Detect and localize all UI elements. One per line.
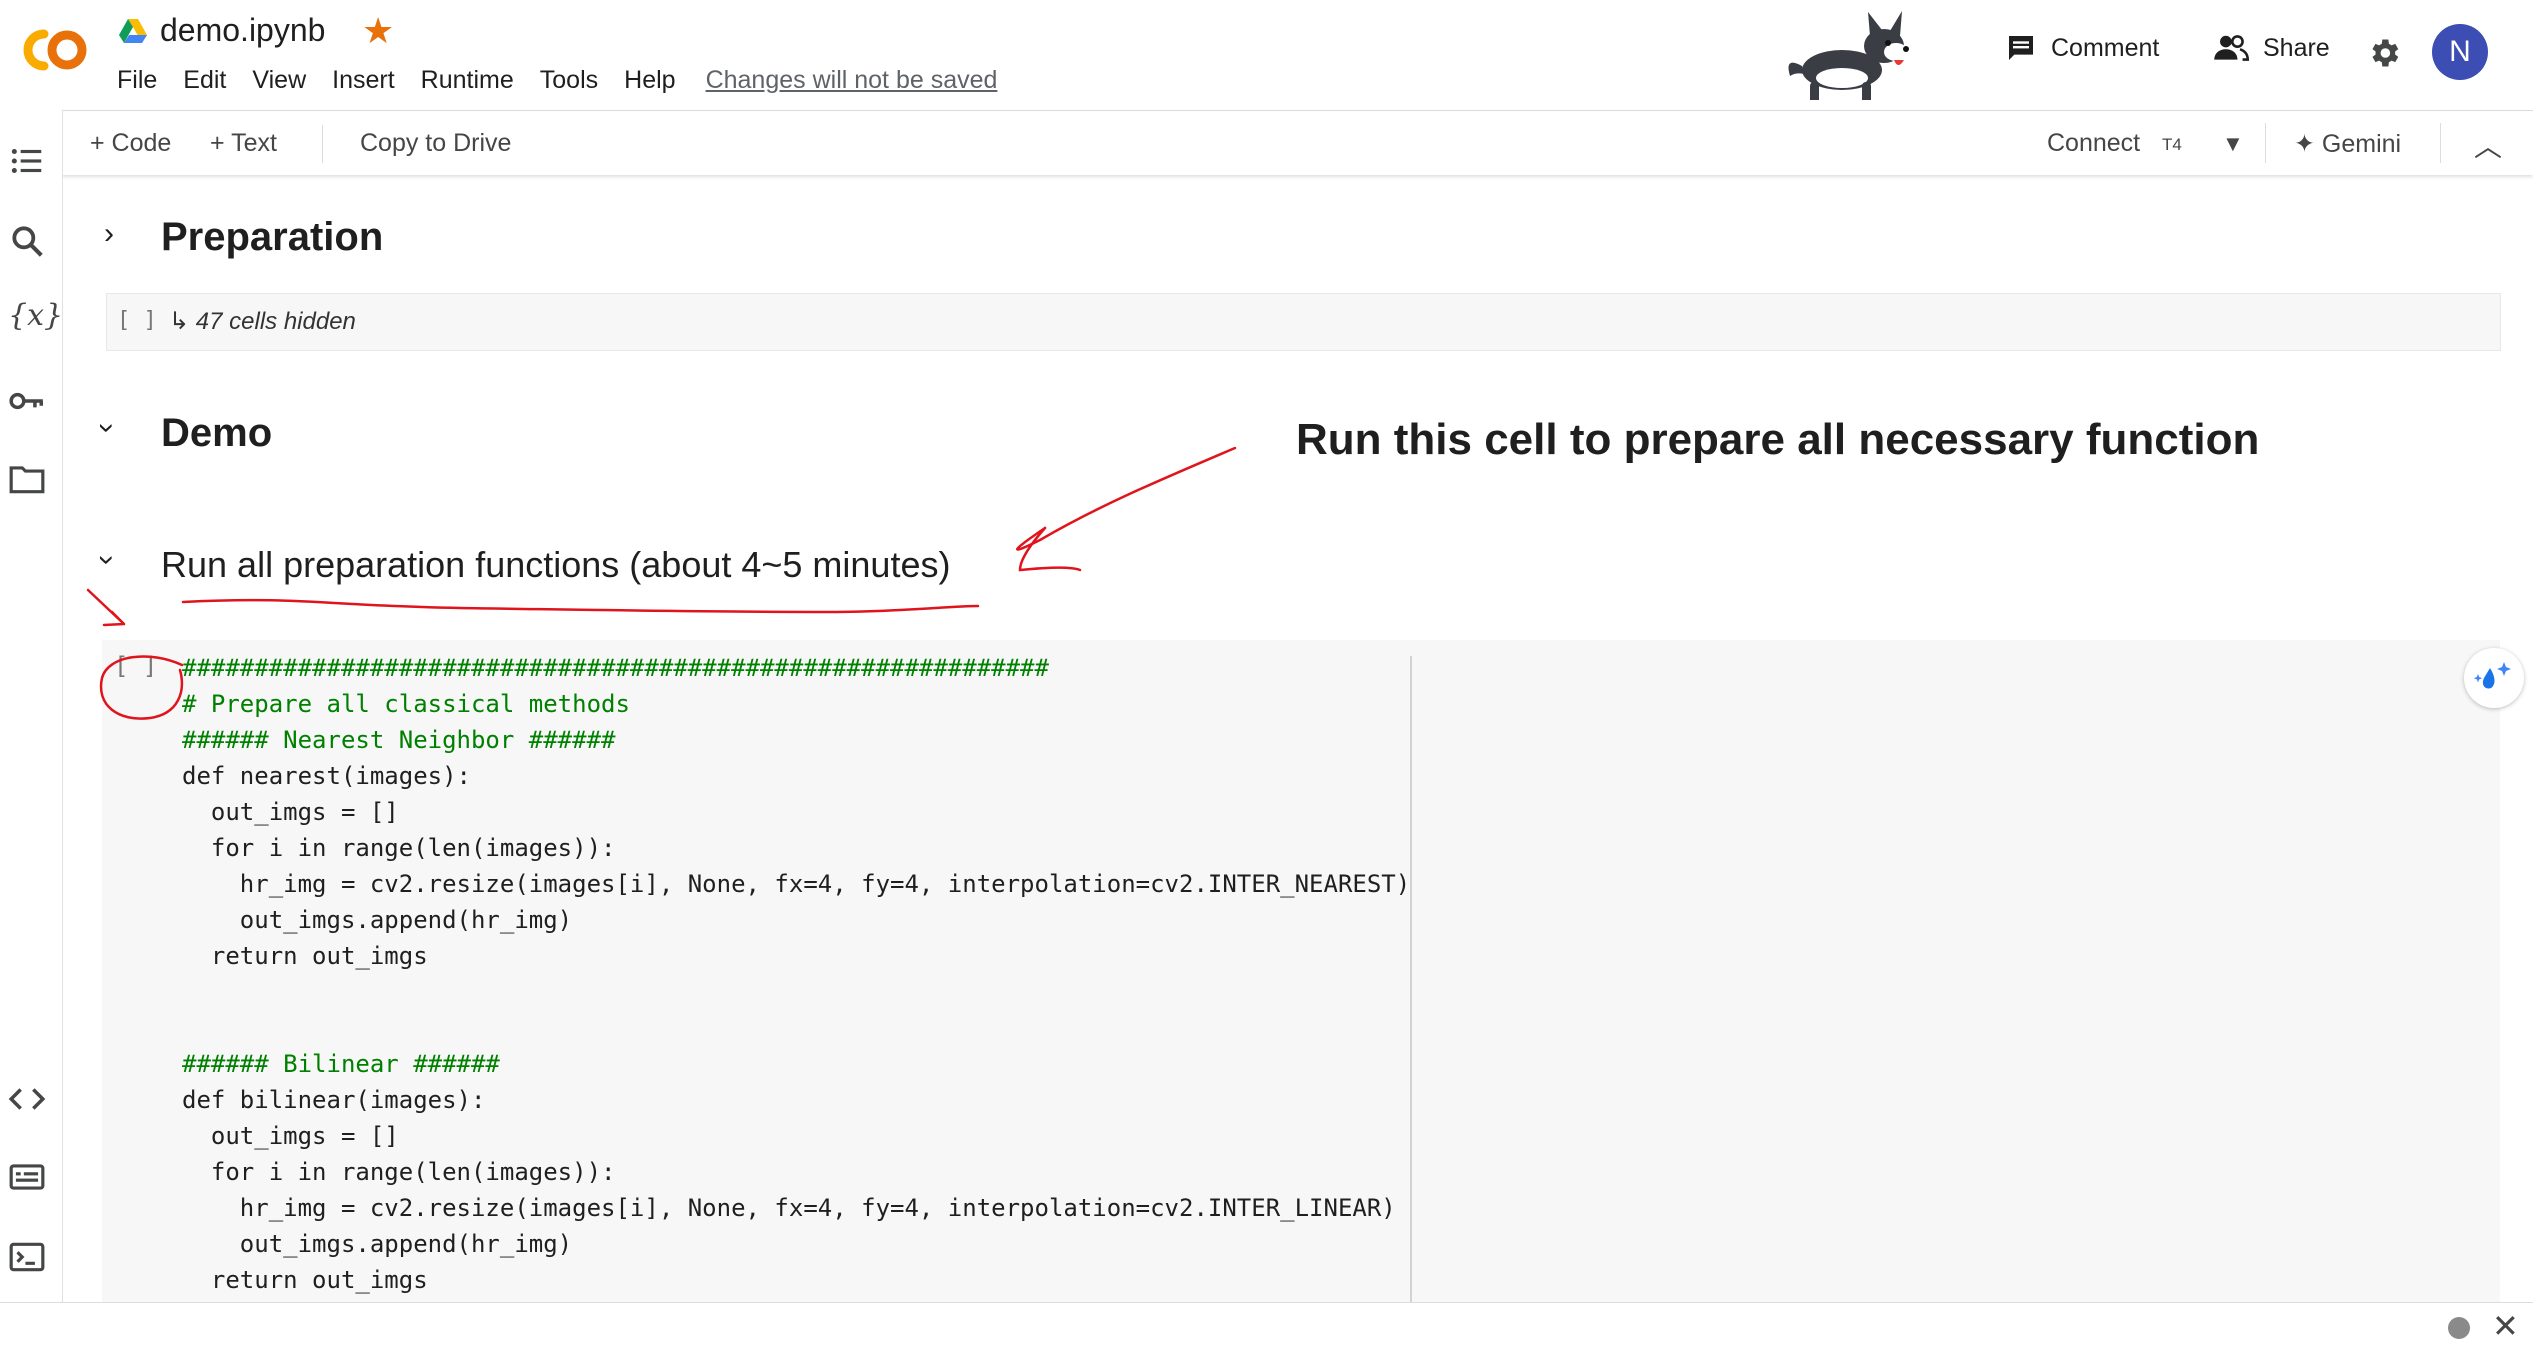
comment-button[interactable]: Comment [2005,32,2159,64]
code-line: for i in range(len(images)): [182,1158,616,1186]
collapse-section-chevron-down-icon[interactable]: › [90,555,124,565]
status-bar: ✕ [0,1302,2533,1350]
unsaved-notice-link[interactable]: Changes will not be saved [706,66,998,95]
toolbar-divider [2265,123,2266,163]
handwritten-annotation-text: Run this cell to prepare all necessary f… [1296,415,2260,464]
code-line: # Prepare all classical methods [182,690,630,718]
notebook-content: › Preparation [ ] ↳ 47 cells hidden › De… [62,175,2512,1302]
code-line: ###### Nearest Neighbor ###### [182,726,616,754]
hidden-cells-count: 47 cells hidden [195,308,356,335]
run-cell-bracket[interactable]: [ ] [114,652,157,680]
gemini-sparkle-fab-icon[interactable] [2464,648,2524,708]
section-heading-demo: Demo [161,411,273,455]
code-snippets-icon[interactable] [8,1080,46,1118]
code-line: out_imgs.append(hr_img) [182,906,573,934]
menu-file[interactable]: File [117,66,157,95]
hidden-cells-label: ↳ 47 cells hidden [169,307,356,336]
star-icon[interactable]: ★ [362,10,394,52]
menu-tools[interactable]: Tools [540,66,598,95]
close-status-bar-icon[interactable]: ✕ [2492,1307,2519,1345]
notebook-title[interactable]: demo.ipynb [160,12,325,49]
code-line: for i in range(len(images)): [182,834,616,862]
toolbar-divider [322,125,323,163]
code-line: def nearest(images): [182,762,471,790]
add-code-cell-button[interactable]: + Code [90,129,171,158]
runtime-type-label: T4 [2162,135,2182,154]
people-icon [2214,35,2249,61]
gemini-sparkle-icon: ✦ [2294,130,2322,158]
code-line: out_imgs.append(hr_img) [182,1230,573,1258]
google-drive-icon [118,18,148,44]
section-heading-preparation: Preparation [161,215,384,259]
menu-bar: File Edit View Insert Runtime Tools Help… [117,66,1023,95]
secrets-key-icon[interactable] [8,382,46,420]
menu-runtime[interactable]: Runtime [421,66,514,95]
code-line: out_imgs = [] [182,798,399,826]
code-line: def bilinear(images): [182,1086,486,1114]
menu-view[interactable]: View [252,66,306,95]
gemini-label: Gemini [2321,130,2402,158]
menu-help[interactable]: Help [624,66,675,95]
code-line: hr_img = cv2.resize(images[i], None, fx=… [182,1194,1396,1222]
left-side-rail: {x} [0,110,63,1302]
code-editor[interactable]: ########################################… [182,650,1410,1298]
code-cell[interactable]: [ ] ####################################… [102,640,2500,1302]
code-line: return out_imgs [182,1266,428,1294]
table-of-contents-icon[interactable] [8,142,46,180]
connect-runtime-button[interactable]: Connect [2047,129,2140,158]
collapse-section-chevron-down-icon[interactable]: › [90,423,124,433]
hidden-cells-run-bracket[interactable]: [ ] [117,308,157,333]
colab-logo[interactable] [14,20,94,80]
hidden-cells-bar[interactable]: [ ] ↳ 47 cells hidden [106,293,2501,351]
code-line: ########################################… [182,654,1049,682]
code-line: out_imgs = [] [182,1122,399,1150]
corgi-mascot-icon [1780,6,1920,116]
code-line: ###### Bilinear ###### [182,1050,500,1078]
notebook-toolbar: + Code + Text Copy to Drive Connect T4 ▼… [62,110,2533,175]
menu-insert[interactable]: Insert [332,66,395,95]
terminal-icon[interactable] [8,1238,46,1276]
command-palette-icon[interactable] [8,1158,46,1196]
code-line: hr_img = cv2.resize(images[i], None, fx=… [182,870,1411,898]
add-text-cell-button[interactable]: + Text [210,129,277,158]
copy-to-drive-button[interactable]: Copy to Drive [360,129,511,158]
comment-label: Comment [2051,33,2160,62]
menu-edit[interactable]: Edit [183,66,226,95]
app-header: demo.ipynb ★ File Edit View Insert Runti… [0,0,2533,110]
collapse-header-chevron-up-icon[interactable]: ︿ [2474,125,2502,165]
variables-icon[interactable]: {x} [8,298,63,336]
expand-section-chevron-right-icon[interactable]: › [104,217,114,251]
share-button[interactable]: Share [2213,32,2330,64]
section-heading-run-all: Run all preparation functions (about 4~5… [161,544,951,585]
line-length-ruler [1410,656,1412,1302]
search-icon[interactable] [8,222,46,260]
settings-gear-icon[interactable] [2366,35,2402,71]
comment-icon [2009,36,2033,60]
hidden-cells-arrow-icon: ↳ [169,308,196,335]
user-avatar[interactable]: N [2432,24,2488,80]
share-label: Share [2263,33,2330,62]
runtime-status-dot-icon [2448,1317,2470,1339]
runtime-dropdown-caret-icon[interactable]: ▼ [2222,131,2244,157]
files-folder-icon[interactable] [8,460,46,498]
code-line: return out_imgs [182,942,428,970]
gemini-button[interactable]: ✦ Gemini [2294,129,2401,159]
toolbar-divider [2440,123,2441,163]
